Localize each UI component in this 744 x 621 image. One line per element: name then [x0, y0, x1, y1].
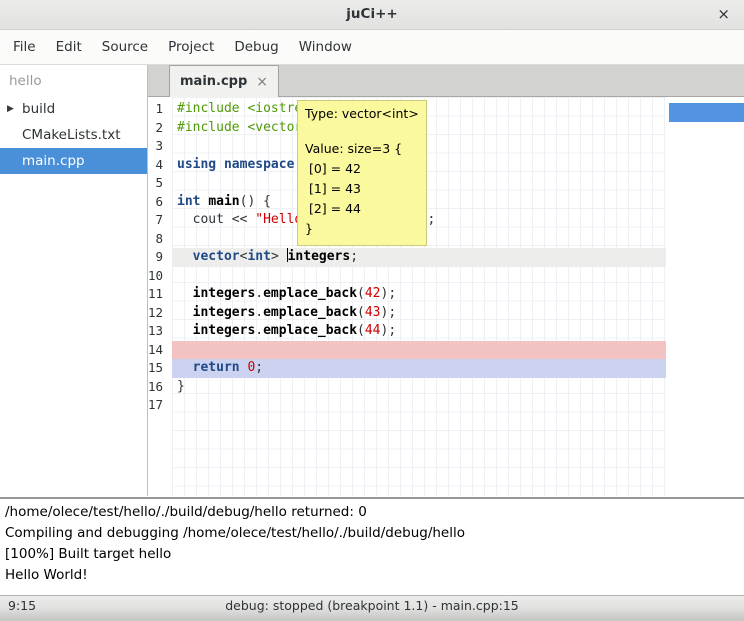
code-text[interactable]: integers.emplace_back(42); [172, 285, 666, 304]
tab-close-icon[interactable]: × [256, 74, 268, 90]
code-line-13[interactable]: 13 integers.emplace_back(44); [148, 322, 744, 341]
titlebar: juCi++ × [0, 0, 744, 30]
code-line-14[interactable]: 14 [148, 341, 744, 360]
tree-item-label: build [22, 101, 55, 117]
tooltip-line: [0] = 42 [305, 159, 419, 179]
terminal-line: Compiling and debugging /home/olece/test… [5, 523, 739, 544]
code-line-15[interactable]: 15 return 0; [148, 359, 744, 378]
terminal-line: [100%] Built target hello [5, 544, 739, 565]
line-number[interactable]: 1 [148, 100, 172, 119]
code-text[interactable]: integers.emplace_back(44); [172, 322, 666, 341]
menu-edit[interactable]: Edit [46, 30, 92, 64]
menu-debug[interactable]: Debug [224, 30, 288, 64]
debug-value-tooltip: Type: vector<int> Value: size=3 { [0] = … [297, 100, 427, 246]
menu-file[interactable]: File [3, 30, 46, 64]
file-tree: ▶ build CMakeLists.txt main.cpp [0, 96, 147, 174]
code-line-2[interactable]: 2#include <vector> [148, 119, 744, 138]
code-line-16[interactable]: 16} [148, 378, 744, 397]
code-text[interactable]: integers.emplace_back(43); [172, 304, 666, 323]
code-line-12[interactable]: 12 integers.emplace_back(43); [148, 304, 744, 323]
code-line-4[interactable]: 4using namespace std; [148, 156, 744, 175]
line-number[interactable]: 14 [148, 341, 172, 360]
status-message: debug: stopped (breakpoint 1.1) - main.c… [0, 598, 744, 613]
line-number[interactable]: 6 [148, 193, 172, 212]
code-line-5[interactable]: 5 [148, 174, 744, 193]
tabbar: main.cpp × [148, 65, 744, 97]
line-number[interactable]: 12 [148, 304, 172, 323]
code-text[interactable] [172, 341, 666, 360]
line-number[interactable]: 11 [148, 285, 172, 304]
line-number[interactable]: 3 [148, 137, 172, 156]
code-line-11[interactable]: 11 integers.emplace_back(42); [148, 285, 744, 304]
menubar: FileEditSourceProjectDebugWindow [0, 30, 744, 65]
tree-item-label: main.cpp [22, 153, 85, 169]
menu-window[interactable]: Window [289, 30, 362, 64]
tooltip-line: [1] = 43 [305, 179, 419, 199]
line-number[interactable]: 5 [148, 174, 172, 193]
menu-source[interactable]: Source [92, 30, 158, 64]
tree-item-build[interactable]: ▶ build [0, 96, 147, 122]
line-number[interactable]: 13 [148, 322, 172, 341]
tree-item-cmakelists-txt[interactable]: CMakeLists.txt [0, 122, 147, 148]
line-number[interactable]: 17 [148, 396, 172, 415]
window-title: juCi++ [0, 0, 744, 29]
tab-main-cpp[interactable]: main.cpp × [169, 65, 279, 97]
tooltip-type-text: Type: vector<int> [305, 105, 419, 123]
menu-project[interactable]: Project [158, 30, 224, 64]
tree-item-label: CMakeLists.txt [22, 127, 121, 143]
code-line-6[interactable]: 6int main() { [148, 193, 744, 212]
statusbar: 9:15 debug: stopped (breakpoint 1.1) - m… [0, 595, 744, 621]
line-number[interactable]: 8 [148, 230, 172, 249]
terminal-line: Hello World! [5, 565, 739, 586]
code-line-17[interactable]: 17 [148, 396, 744, 415]
expander-icon[interactable]: ▶ [7, 104, 14, 114]
tree-item-main-cpp[interactable]: main.cpp [0, 148, 147, 174]
scrollbar-thumb[interactable] [669, 103, 744, 122]
line-number[interactable]: 15 [148, 359, 172, 378]
tooltip-line: } [305, 219, 419, 239]
code-line-8[interactable]: 8 [148, 230, 744, 249]
code-text[interactable] [172, 396, 666, 415]
code-text[interactable] [172, 267, 666, 286]
code-text[interactable]: return 0; [172, 359, 666, 378]
line-number[interactable]: 2 [148, 119, 172, 138]
tooltip-line: [2] = 44 [305, 199, 419, 219]
line-number[interactable]: 7 [148, 211, 172, 230]
code-line-10[interactable]: 10 [148, 267, 744, 286]
tooltip-line: Value: size=3 { [305, 139, 419, 159]
window-close-icon[interactable]: × [717, 0, 730, 29]
code-text[interactable]: vector<int> integers; [172, 248, 666, 267]
line-number[interactable]: 9 [148, 248, 172, 267]
jucipp-window: juCi++ × FileEditSourceProjectDebugWindo… [0, 0, 744, 621]
code-line-3[interactable]: 3 [148, 137, 744, 156]
code-text[interactable]: } [172, 378, 666, 397]
code-line-9[interactable]: 9 vector<int> integers; [148, 248, 744, 267]
terminal-output[interactable]: /home/olece/test/hello/./build/debug/hel… [0, 497, 744, 595]
line-number[interactable]: 16 [148, 378, 172, 397]
terminal-line: /home/olece/test/hello/./build/debug/hel… [5, 502, 739, 523]
code-line-7[interactable]: 7 cout << "Hello World!" << endl; [148, 211, 744, 230]
code-lines: 1#include <iostream>2#include <vector>34… [148, 100, 744, 415]
code-editor[interactable]: 1#include <iostream>2#include <vector>34… [148, 97, 744, 496]
tab-label: main.cpp [180, 74, 247, 89]
project-label: hello [0, 65, 147, 96]
tooltip-value-text: Value: size=3 { [0] = 42 [1] = 43 [2] = … [305, 139, 419, 239]
file-tree-panel: hello ▶ build CMakeLists.txt main.cpp [0, 65, 148, 496]
line-number[interactable]: 4 [148, 156, 172, 175]
code-line-1[interactable]: 1#include <iostream> [148, 100, 744, 119]
line-number[interactable]: 10 [148, 267, 172, 286]
